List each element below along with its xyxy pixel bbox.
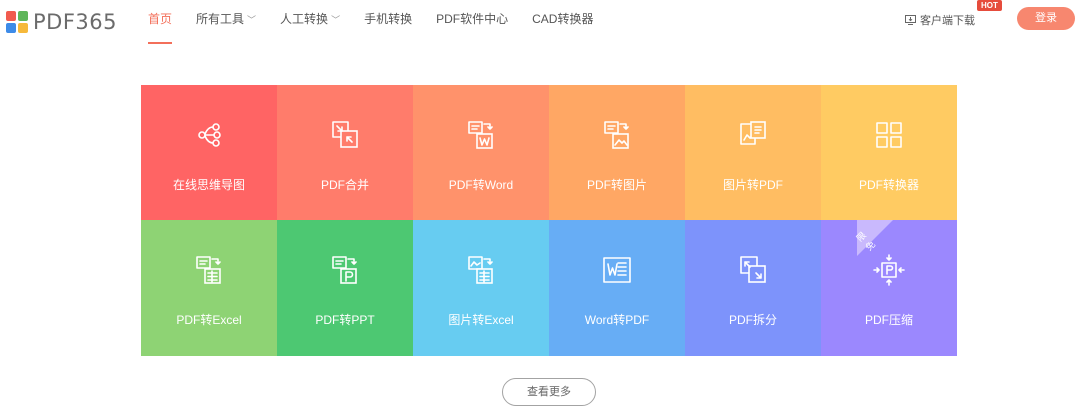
tool-label: PDF转PPT xyxy=(315,313,375,327)
tool-label: PDF转换器 xyxy=(858,178,919,192)
nav-item-label: CAD转换器 xyxy=(532,12,594,26)
logo-icon xyxy=(6,11,28,33)
compress-icon xyxy=(872,253,906,287)
tool-label: 在线思维导图 xyxy=(172,178,245,192)
tool-tile[interactable]: 在线思维导图 xyxy=(141,85,277,220)
tool-label: PDF合并 xyxy=(320,178,369,192)
pdf-to-image-icon xyxy=(600,118,634,152)
grid-icon xyxy=(872,118,906,152)
tool-tile[interactable]: PDF拆分 xyxy=(685,220,821,356)
monitor-icon xyxy=(905,15,916,25)
tool-tile[interactable]: 图片转PDF xyxy=(685,85,821,220)
main-nav: 首页 所有工具 ﹀ 人工转换 ﹀ 手机转换 PDF软件中心 CAD转换器 xyxy=(148,0,617,46)
tool-label: PDF转Excel xyxy=(176,313,242,327)
nav-item-label: 人工转换 xyxy=(280,12,329,26)
pdf-to-excel-icon xyxy=(192,253,226,287)
tool-label: PDF压缩 xyxy=(864,313,913,327)
tool-grid: 在线思维导图 PDF合并 PDF转Word PDF转图片 图片转PDF PDF转换器 PDF… xyxy=(141,85,957,356)
nav-item[interactable]: 首页 xyxy=(148,0,173,46)
pdf-to-ppt-icon xyxy=(328,253,362,287)
pdf-to-word-icon xyxy=(464,118,498,152)
brand-logo[interactable]: PDF365 xyxy=(6,10,117,34)
top-header: PDF365 首页 所有工具 ﹀ 人工转换 ﹀ 手机转换 PDF软件中心 CAD转换器 客户端… xyxy=(0,0,1080,46)
brand-name: PDF365 xyxy=(33,10,117,34)
nav-item-label: 手机转换 xyxy=(364,12,413,26)
tool-label: PDF拆分 xyxy=(728,313,777,327)
tool-tile[interactable]: PDF压缩 限免 xyxy=(821,220,957,356)
image-to-pdf-icon xyxy=(736,118,770,152)
nav-item[interactable]: PDF软件中心 xyxy=(436,0,508,46)
merge-icon xyxy=(328,118,362,152)
hot-badge: HOT xyxy=(977,0,1002,11)
image-to-excel-icon xyxy=(464,253,498,287)
tool-label: 图片转Excel xyxy=(448,313,514,327)
tool-tile[interactable]: 图片转Excel xyxy=(413,220,549,356)
split-icon xyxy=(736,253,770,287)
tool-label: PDF转图片 xyxy=(586,178,647,192)
word-to-pdf-icon xyxy=(600,253,634,287)
tool-tile[interactable]: PDF转Word xyxy=(413,85,549,220)
client-download-label: 客户端下载 xyxy=(920,15,975,27)
tool-tile[interactable]: PDF合并 xyxy=(277,85,413,220)
nav-item[interactable]: 所有工具 ﹀ xyxy=(196,0,256,46)
tool-tile[interactable]: PDF转图片 xyxy=(549,85,685,220)
tool-label: Word转PDF xyxy=(584,313,650,327)
tool-label: 图片转PDF xyxy=(722,178,783,192)
nav-item-label: 首页 xyxy=(148,12,173,26)
client-download-link[interactable]: 客户端下载 xyxy=(905,12,975,28)
nav-item-label: PDF软件中心 xyxy=(436,12,509,26)
tool-tile[interactable]: Word转PDF xyxy=(549,220,685,356)
login-button[interactable]: 登录 xyxy=(1017,7,1075,30)
nav-item[interactable]: CAD转换器 xyxy=(532,0,593,46)
chevron-down-icon: ﹀ xyxy=(247,15,257,25)
nav-item[interactable]: 人工转换 ﹀ xyxy=(280,0,340,46)
tool-tile[interactable]: PDF转PPT xyxy=(277,220,413,356)
mindmap-icon xyxy=(192,118,226,152)
tool-tile[interactable]: PDF转换器 xyxy=(821,85,957,220)
nav-item[interactable]: 手机转换 xyxy=(364,0,412,46)
view-more-button[interactable]: 查看更多 xyxy=(502,378,596,406)
tool-label: PDF转Word xyxy=(448,178,514,192)
nav-item-label: 所有工具 xyxy=(196,12,245,26)
chevron-down-icon: ﹀ xyxy=(331,15,341,25)
tool-tile[interactable]: PDF转Excel xyxy=(141,220,277,356)
